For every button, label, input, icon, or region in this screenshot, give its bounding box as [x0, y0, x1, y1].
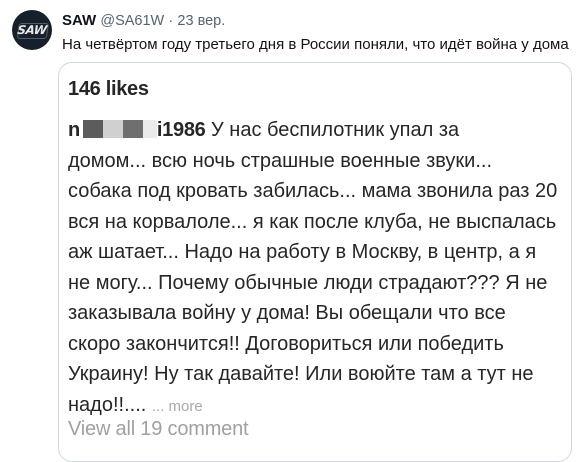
comment-line: вся на корвалоле... я как после клуба, н…: [68, 210, 557, 233]
more-link[interactable]: ... more: [152, 398, 203, 415]
embedded-screenshot-card[interactable]: 146 likes n i1986 У нас беспилотник упал …: [58, 62, 572, 462]
comment-text: n i1986 У нас беспилотник упал за домом..…: [68, 115, 568, 420]
comment-line: не могу... Почему обычные люди страдают?…: [68, 271, 548, 294]
tweet-date[interactable]: 23 вер.: [177, 13, 225, 29]
comment-line: домом... всю ночь страшные военные звуки…: [68, 149, 493, 172]
comment-line: скоро закончится!! Договориться или побе…: [68, 332, 504, 355]
comment-line-first: n i1986 У нас беспилотник упал за: [68, 115, 568, 146]
comment-line: собака под кровать забилась... мама звон…: [68, 180, 558, 202]
comment-line: аж шатает... Надо на работу в Москву, в …: [68, 241, 537, 263]
display-name[interactable]: SAW: [62, 12, 96, 29]
separator-dot: ·: [168, 13, 174, 29]
comment-line: Украину! Ну так давайте! Или воюйте там …: [68, 363, 534, 385]
comment-last-text: надо!!....: [68, 393, 147, 416]
likes-count: 146 likes: [68, 78, 149, 100]
saw-logo-icon: SAW: [12, 10, 52, 50]
view-all-comments-link[interactable]: View all 19 comment: [68, 418, 249, 441]
comment-line-last: надо!!.... ... more: [68, 390, 568, 421]
redaction-block: [122, 120, 143, 138]
comment-first-text: У нас беспилотник упал за: [211, 119, 460, 141]
tweet-header: SAW @SA61W · 23 вер.: [62, 12, 225, 30]
user-handle[interactable]: @SA61W: [100, 13, 164, 29]
redaction-block: [82, 120, 103, 138]
avatar[interactable]: SAW: [12, 10, 52, 50]
comment-username: n i1986: [68, 119, 206, 141]
comment-line: заказывала войну у дома! Вы обещали что …: [68, 302, 506, 324]
username-visible: i1986: [156, 119, 206, 141]
redaction-block: [142, 120, 157, 138]
redaction-block: [102, 120, 123, 138]
tweet-text: На четвёртом году третьего дня в России …: [62, 36, 569, 53]
